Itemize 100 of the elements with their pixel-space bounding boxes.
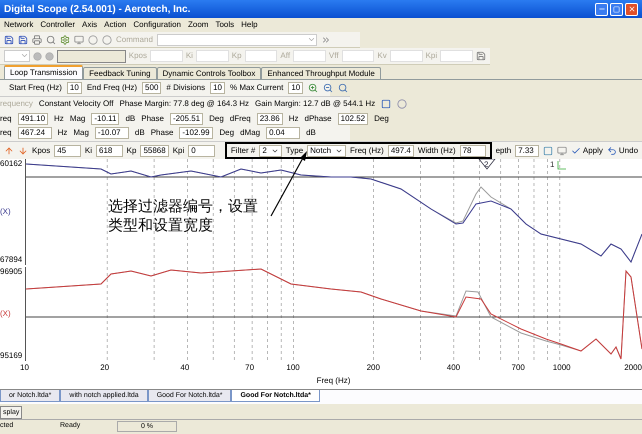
value-field[interactable]: 10 (210, 82, 225, 94)
save-icon[interactable] (18, 34, 28, 44)
info-text: Constant Velocity Off (38, 98, 114, 110)
save-icon[interactable] (4, 34, 14, 44)
value-field[interactable]: 0 (188, 144, 215, 156)
gain-field[interactable] (390, 50, 423, 62)
value-field[interactable]: -205.51 (170, 113, 204, 125)
field-label: dMag (240, 127, 260, 139)
menu-item[interactable]: Help (241, 19, 258, 31)
value-field[interactable]: 10 (66, 82, 82, 94)
y-unit-label: (X) (0, 309, 11, 319)
gain-field[interactable] (196, 50, 229, 62)
field-label: End Freq (Hz) (86, 82, 138, 94)
gain-field[interactable] (244, 50, 278, 62)
field-label: Start Freq (Hz) (9, 82, 62, 94)
value-field[interactable]: 618 (96, 144, 123, 156)
circle-icon[interactable] (32, 52, 42, 60)
disc-icon[interactable] (397, 99, 408, 109)
menu-item[interactable]: Configuration (133, 19, 181, 31)
field-label: Kpos (128, 50, 147, 62)
menu-item[interactable]: Axis (82, 19, 98, 31)
annotation-text: 选择过滤器编号，设置类型和设置宽度 (108, 197, 259, 235)
value-field[interactable]: 497.4 (388, 144, 414, 156)
field-label: Ki (186, 50, 193, 62)
circle-icon[interactable] (44, 52, 54, 60)
x-tick-label: 70 (245, 363, 254, 373)
chevrons-right-icon[interactable] (320, 34, 331, 44)
command-field[interactable] (156, 34, 317, 46)
field-label: Deg (374, 113, 389, 125)
tab[interactable]: Dynamic Controls Toolbox (156, 67, 262, 79)
tab[interactable]: Loop Transmission (4, 65, 84, 79)
value-field[interactable]: 467.24 (18, 127, 52, 139)
menu-item[interactable]: Action (104, 19, 126, 31)
maximize-icon (613, 6, 620, 12)
tab[interactable]: Enhanced Throughput Module (261, 67, 381, 79)
toolbar-button[interactable]: Undo (606, 144, 638, 156)
value-field[interactable]: 10 (288, 82, 304, 94)
monitor-icon[interactable] (556, 146, 567, 156)
gain-field[interactable] (440, 50, 473, 62)
gear-icon[interactable] (60, 34, 70, 44)
value-field[interactable]: 45 (54, 144, 81, 156)
check-icon (570, 146, 581, 156)
field-label: % Max Current (230, 82, 284, 94)
axis-dropdown[interactable] (4, 50, 30, 62)
arrow-up-icon[interactable] (4, 146, 14, 156)
caret-icon (20, 51, 29, 60)
input-field[interactable] (56, 50, 126, 62)
circle-icon[interactable] (102, 34, 112, 44)
menu-item[interactable]: Controller (40, 19, 76, 31)
y-unit-label: (X) (0, 207, 11, 217)
value-field[interactable]: 78 (460, 144, 486, 156)
toolbar-button[interactable]: Apply (570, 144, 603, 156)
save-icon[interactable] (476, 51, 486, 61)
gain-field[interactable] (150, 50, 183, 62)
value-field[interactable]: -102.99 (179, 127, 214, 139)
field-label: dB (134, 127, 145, 139)
value-field[interactable]: -10.07 (94, 127, 129, 139)
x-tick-label: 10 (20, 363, 29, 373)
field-label: epth (496, 144, 512, 156)
value-field[interactable]: 500 (142, 82, 162, 94)
field-label: Kpos (32, 144, 50, 156)
arrow-down-icon[interactable] (18, 146, 28, 156)
zoom-out-icon[interactable] (323, 83, 334, 93)
menu-item[interactable]: Network (4, 19, 34, 31)
gain-field[interactable] (293, 50, 326, 62)
x-tick-label: 400 (446, 363, 460, 373)
field-label: req (0, 113, 12, 125)
dropdown[interactable]: Notch (307, 144, 346, 156)
x-tick-label: 20 (100, 363, 110, 373)
square-icon[interactable] (542, 146, 553, 156)
field-label: dPhase (304, 113, 332, 125)
gain-field[interactable] (342, 50, 374, 62)
x-tick-label: 100 (286, 363, 300, 373)
value-field[interactable]: 23.86 (256, 113, 283, 125)
value-field[interactable]: 7.33 (515, 144, 539, 156)
tab[interactable]: Feedback Tuning (83, 67, 157, 79)
window-icon[interactable] (381, 99, 392, 109)
monitor-icon[interactable] (74, 34, 84, 44)
value-field[interactable]: 491.10 (18, 113, 48, 125)
menu-item[interactable]: Tools (215, 19, 234, 31)
circle-icon[interactable] (88, 34, 98, 44)
value-field[interactable]: 0.04 (266, 127, 300, 139)
value-field[interactable]: -10.11 (91, 113, 120, 125)
value-field[interactable]: 102.52 (338, 113, 368, 125)
maximize-button[interactable] (610, 2, 623, 16)
print-icon[interactable] (32, 34, 42, 44)
field-label: Freq (Hz) (350, 144, 384, 156)
field-label: Hz (58, 127, 68, 139)
search-icon[interactable] (338, 83, 348, 93)
value-field[interactable]: 55868 (140, 144, 169, 156)
search-icon[interactable] (46, 34, 56, 44)
field-label: # Divisions (166, 82, 206, 94)
menu-item[interactable]: Zoom (188, 19, 208, 31)
close-button[interactable] (625, 2, 638, 16)
zoom-in-icon[interactable] (308, 83, 318, 93)
field-label: Aff (280, 50, 290, 62)
undo-icon (606, 146, 617, 156)
info-text: Gain Margin: 12.7 dB @ 544.1 Hz (255, 98, 376, 110)
minimize-button[interactable] (595, 2, 608, 16)
dropdown[interactable]: 2 (259, 144, 282, 156)
